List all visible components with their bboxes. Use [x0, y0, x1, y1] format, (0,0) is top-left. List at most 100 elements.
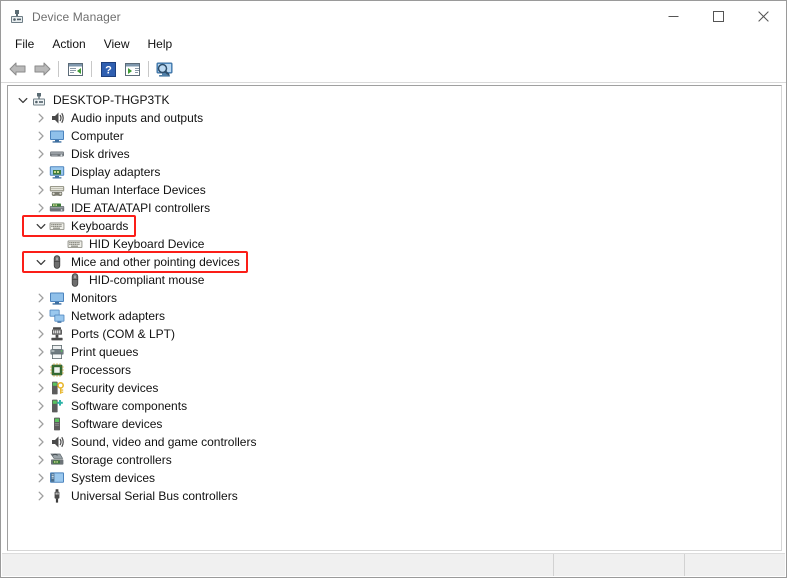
tree-item-mice-and-other-pointing-devices[interactable]: Mice and other pointing devices [8, 253, 781, 271]
tree-item-label: Processors [69, 361, 133, 379]
tree-item-label: Ports (COM & LPT) [69, 325, 177, 343]
chevron-right-icon[interactable] [33, 145, 49, 163]
scan-hardware-icon [155, 61, 175, 78]
chevron-right-icon[interactable] [33, 397, 49, 415]
tree-item-storage-controllers[interactable]: Storage controllers [8, 451, 781, 469]
tree-item-label: Software devices [69, 415, 164, 433]
scan-hardware-button[interactable] [153, 58, 177, 80]
menu-file[interactable]: File [6, 34, 43, 55]
monitor-icon [49, 128, 65, 144]
update-driver-button[interactable] [120, 58, 144, 80]
chevron-right-icon[interactable] [33, 487, 49, 505]
disk-drive-icon [49, 146, 65, 162]
help-question-icon: ? [101, 62, 116, 77]
tree-item-hid-compliant-mouse[interactable]: HID-compliant mouse [8, 271, 781, 289]
help-button[interactable]: ? [96, 58, 120, 80]
tree-item-software-components[interactable]: Software components [8, 397, 781, 415]
maximize-button[interactable] [696, 2, 741, 32]
tree-item-label: Network adapters [69, 307, 167, 325]
menu-bar: File Action View Help [1, 33, 786, 56]
menu-action[interactable]: Action [43, 34, 94, 55]
tree-item-label: Storage controllers [69, 451, 174, 469]
chevron-right-icon[interactable] [33, 379, 49, 397]
tree-item-system-devices[interactable]: System devices [8, 469, 781, 487]
chevron-right-icon[interactable] [33, 433, 49, 451]
tree-item-security-devices[interactable]: Security devices [8, 379, 781, 397]
chevron-down-icon[interactable] [33, 217, 49, 235]
chevron-right-icon[interactable] [33, 181, 49, 199]
status-cell-1 [553, 554, 684, 576]
chevron-right-icon[interactable] [33, 325, 49, 343]
chevron-right-icon[interactable] [33, 307, 49, 325]
chevron-right-icon[interactable] [33, 415, 49, 433]
tree-item-label: Audio inputs and outputs [69, 109, 205, 127]
tree-item-label: Keyboards [69, 217, 130, 235]
chevron-right-icon[interactable] [33, 361, 49, 379]
tree-item-label: IDE ATA/ATAPI controllers [69, 199, 212, 217]
tree-item-label: Human Interface Devices [69, 181, 208, 199]
tree-item-audio-inputs-and-outputs[interactable]: Audio inputs and outputs [8, 109, 781, 127]
keyboard-icon [67, 236, 83, 252]
tree-item-display-adapters[interactable]: Display adapters [8, 163, 781, 181]
chevron-right-icon[interactable] [33, 109, 49, 127]
close-button[interactable] [741, 2, 786, 32]
tree-item-processors[interactable]: Processors [8, 361, 781, 379]
tree-item-network-adapters[interactable]: Network adapters [8, 307, 781, 325]
tree-item-label: Disk drives [69, 145, 132, 163]
processor-icon [49, 362, 65, 378]
tree-item-ports-com-lpt[interactable]: Ports (COM & LPT) [8, 325, 781, 343]
tree-item-label: HID-compliant mouse [87, 271, 206, 289]
tree-item-label: Security devices [69, 379, 160, 397]
speaker-icon [49, 434, 65, 450]
chevron-right-icon[interactable] [33, 127, 49, 145]
status-text [2, 554, 553, 576]
tree-item-label: Monitors [69, 289, 119, 307]
tree-item-hid-keyboard-device[interactable]: HID Keyboard Device [8, 235, 781, 253]
device-manager-icon [9, 9, 25, 25]
close-icon [758, 11, 769, 22]
tree-item-label: Display adapters [69, 163, 162, 181]
tree-item-root[interactable]: DESKTOP-THGP3TK [8, 91, 781, 109]
tree-item-software-devices[interactable]: Software devices [8, 415, 781, 433]
properties-icon [67, 62, 84, 77]
tree-item-sound-video-and-game-controllers[interactable]: Sound, video and game controllers [8, 433, 781, 451]
device-manager-window: Device Manager File Action View Help [0, 0, 787, 578]
tree-item-print-queues[interactable]: Print queues [8, 343, 781, 361]
minimize-button[interactable] [651, 2, 696, 32]
security-device-icon [49, 380, 65, 396]
tree-item-monitors[interactable]: Monitors [8, 289, 781, 307]
tree-item-label: System devices [69, 469, 157, 487]
chevron-right-icon[interactable] [33, 343, 49, 361]
printer-icon [49, 344, 65, 360]
toolbar-separator [58, 61, 59, 77]
chevron-down-icon[interactable] [33, 253, 49, 271]
tree-item-universal-serial-bus-controllers[interactable]: Universal Serial Bus controllers [8, 487, 781, 505]
chevron-right-icon[interactable] [33, 289, 49, 307]
display-adapter-icon [49, 164, 65, 180]
system-device-icon [49, 470, 65, 486]
usb-icon [49, 488, 65, 504]
tree-item-keyboards[interactable]: Keyboards [8, 217, 781, 235]
chevron-right-icon[interactable] [33, 469, 49, 487]
chevron-down-icon[interactable] [15, 91, 31, 109]
properties-button[interactable] [63, 58, 87, 80]
tree-twisty-placeholder [51, 271, 67, 289]
tree-item-computer[interactable]: Computer [8, 127, 781, 145]
chevron-right-icon[interactable] [33, 199, 49, 217]
tree-item-label: Sound, video and game controllers [69, 433, 258, 451]
chevron-right-icon[interactable] [33, 451, 49, 469]
ide-controller-icon [49, 200, 65, 216]
menu-help[interactable]: Help [139, 34, 182, 55]
tree-item-disk-drives[interactable]: Disk drives [8, 145, 781, 163]
chevron-right-icon[interactable] [33, 163, 49, 181]
back-button[interactable] [6, 58, 30, 80]
title-bar: Device Manager [1, 1, 786, 33]
menu-view[interactable]: View [95, 34, 139, 55]
tree-item-human-interface-devices[interactable]: Human Interface Devices [8, 181, 781, 199]
forward-button[interactable] [30, 58, 54, 80]
device-tree-pane[interactable]: DESKTOP-THGP3TKAudio inputs and outputsC… [7, 85, 782, 551]
back-arrow-icon [9, 61, 27, 77]
minimize-icon [668, 11, 679, 22]
tree-item-ide-ata-atapi-controllers[interactable]: IDE ATA/ATAPI controllers [8, 199, 781, 217]
speaker-icon [49, 110, 65, 126]
